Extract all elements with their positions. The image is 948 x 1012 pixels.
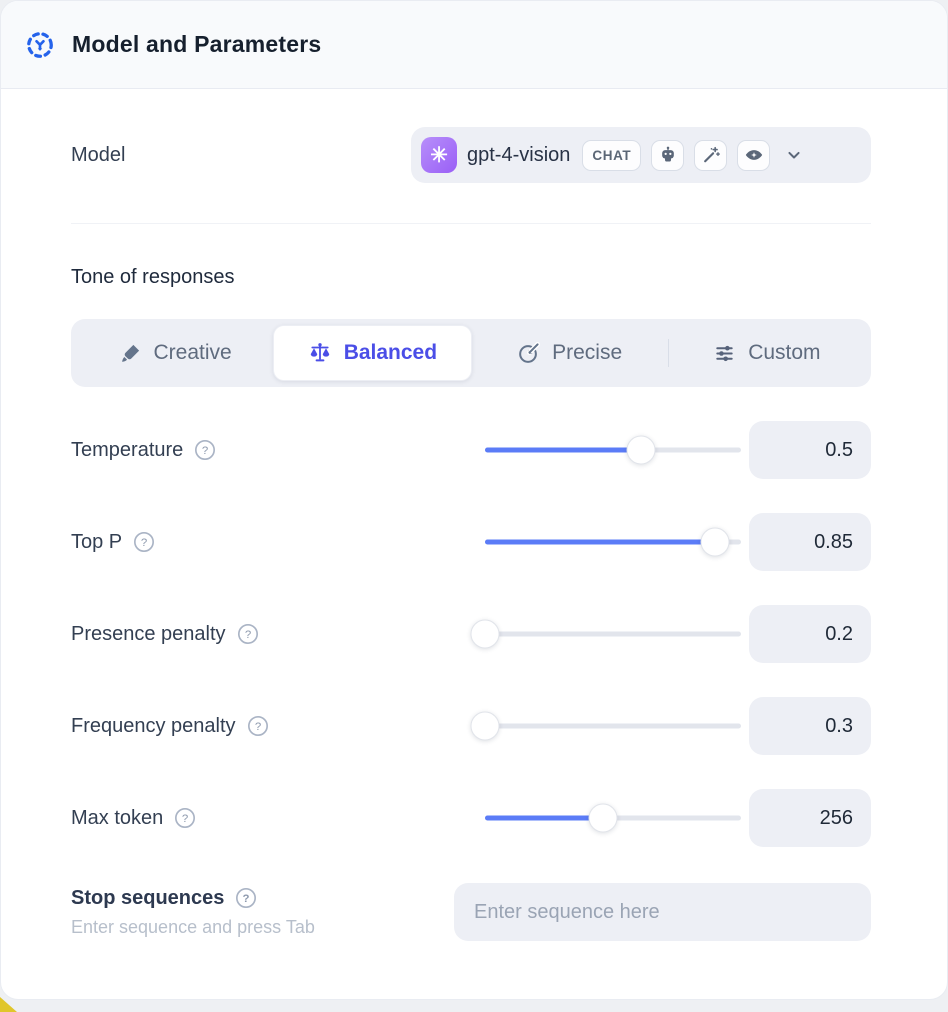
- model-parameters-panel: Model and Parameters Model ✳ gpt-4-visio…: [0, 0, 948, 1000]
- tab-creative[interactable]: Creative: [77, 325, 273, 381]
- slider-thumb[interactable]: [471, 620, 500, 649]
- top-p-value[interactable]: 0.85: [749, 513, 871, 571]
- svg-text:?: ?: [202, 445, 208, 457]
- presence-penalty-value[interactable]: 0.2: [749, 605, 871, 663]
- tab-balanced[interactable]: Balanced: [273, 325, 471, 381]
- model-row: Model ✳ gpt-4-vision CHAT: [71, 127, 871, 183]
- temperature-row: Temperature ? 0.5: [71, 421, 871, 479]
- help-icon[interactable]: ?: [237, 623, 259, 645]
- panel-title: Model and Parameters: [72, 31, 321, 58]
- svg-text:?: ?: [254, 721, 260, 733]
- temperature-label: Temperature: [71, 439, 183, 462]
- svg-text:?: ?: [182, 813, 188, 825]
- model-type-badge: CHAT: [582, 140, 641, 171]
- stop-sequences-hint: Enter sequence and press Tab: [71, 917, 454, 938]
- sliders-icon: [713, 342, 736, 365]
- magic-wand-icon: [694, 140, 727, 171]
- divider: [71, 223, 871, 224]
- panel-header: Model and Parameters: [1, 1, 947, 89]
- help-icon[interactable]: ?: [174, 807, 196, 829]
- model-select[interactable]: ✳ gpt-4-vision CHAT: [411, 127, 871, 183]
- svg-text:?: ?: [243, 893, 250, 905]
- slider-track: [485, 632, 741, 637]
- robot-icon: [651, 140, 684, 171]
- help-icon[interactable]: ?: [194, 439, 216, 461]
- temperature-value[interactable]: 0.5: [749, 421, 871, 479]
- stop-sequences-row: Stop sequences ? Enter sequence and pres…: [71, 883, 871, 941]
- selected-model-name: gpt-4-vision: [467, 144, 570, 167]
- tab-precise[interactable]: Precise: [472, 325, 668, 381]
- top-p-label: Top P: [71, 531, 122, 554]
- vision-eye-icon: [737, 140, 770, 171]
- stop-sequence-input[interactable]: [454, 883, 871, 941]
- tone-heading: Tone of responses: [71, 266, 871, 289]
- slider-thumb[interactable]: [701, 528, 730, 557]
- max-token-value[interactable]: 256: [749, 789, 871, 847]
- frequency-penalty-slider[interactable]: [485, 711, 741, 741]
- target-arrow-icon: [517, 342, 540, 365]
- help-icon[interactable]: ?: [133, 531, 155, 553]
- help-icon[interactable]: ?: [235, 887, 257, 909]
- slider-track: [485, 724, 741, 729]
- tab-label: Custom: [748, 341, 820, 365]
- paintbrush-icon: [119, 342, 142, 365]
- slider-thumb[interactable]: [471, 712, 500, 741]
- presence-penalty-slider[interactable]: [485, 619, 741, 649]
- tab-label: Creative: [154, 341, 232, 365]
- max-token-label: Max token: [71, 807, 163, 830]
- chevron-down-icon: [784, 145, 804, 165]
- slider-thumb[interactable]: [627, 436, 656, 465]
- max-token-slider[interactable]: [485, 803, 741, 833]
- tone-tab-bar: Creative Balanced: [71, 319, 871, 387]
- frequency-penalty-row: Frequency penalty ? 0.3: [71, 697, 871, 755]
- presence-penalty-label: Presence penalty: [71, 623, 226, 646]
- temperature-slider[interactable]: [485, 435, 741, 465]
- presence-penalty-row: Presence penalty ? 0.2: [71, 605, 871, 663]
- svg-text:?: ?: [244, 629, 250, 641]
- slider-fill: [485, 540, 715, 545]
- model-parameters-icon: [25, 30, 55, 60]
- frequency-penalty-label: Frequency penalty: [71, 715, 236, 738]
- tab-label: Precise: [552, 341, 622, 365]
- top-p-row: Top P ? 0.85: [71, 513, 871, 571]
- tab-label: Balanced: [344, 341, 437, 365]
- top-p-slider[interactable]: [485, 527, 741, 557]
- slider-fill: [485, 448, 641, 453]
- balance-scale-icon: [308, 341, 332, 365]
- slider-thumb[interactable]: [588, 804, 617, 833]
- openai-logo: ✳: [421, 137, 457, 173]
- tab-custom[interactable]: Custom: [669, 325, 865, 381]
- slider-fill: [485, 816, 603, 821]
- help-icon[interactable]: ?: [247, 715, 269, 737]
- frequency-penalty-value[interactable]: 0.3: [749, 697, 871, 755]
- max-token-row: Max token ? 256: [71, 789, 871, 847]
- stop-sequences-label: Stop sequences: [71, 887, 224, 910]
- model-label: Model: [71, 144, 125, 167]
- svg-text:?: ?: [141, 537, 147, 549]
